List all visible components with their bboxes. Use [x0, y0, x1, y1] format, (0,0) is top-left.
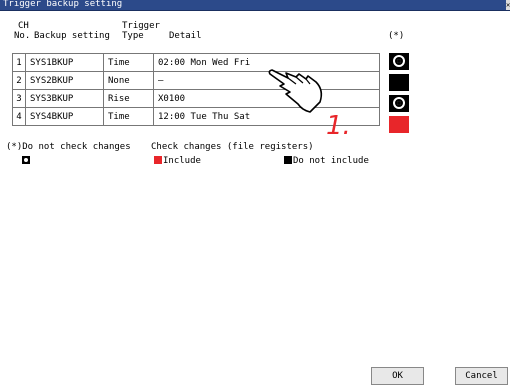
legend-not-include-label: Do not include	[293, 156, 369, 166]
header-trigger: Trigger	[122, 21, 160, 31]
legend-include: Include	[154, 156, 201, 167]
black-swatch-icon	[284, 156, 292, 164]
row-backup[interactable]: SYS1BKUP	[25, 53, 104, 72]
check-flag-radio-icon[interactable]	[389, 95, 409, 112]
cancel-button[interactable]: Cancel	[455, 367, 508, 385]
window-title: Trigger backup setting	[3, 0, 123, 9]
title-bar: Trigger backup setting ✕	[0, 0, 510, 11]
row-no: 4	[12, 107, 26, 126]
row-backup[interactable]: SYS3BKUP	[25, 89, 104, 108]
check-flag-red[interactable]	[389, 116, 409, 133]
row-type[interactable]: Rise	[103, 89, 154, 108]
hand-pointer-icon	[268, 69, 323, 113]
row-type[interactable]: Time	[103, 107, 154, 126]
radio-icon	[22, 156, 30, 164]
row-no: 3	[12, 89, 26, 108]
check-flag-black[interactable]	[389, 74, 409, 91]
step-annotation: 1.	[326, 111, 351, 141]
close-icon[interactable]: ✕	[506, 0, 510, 10]
legend-no-check: (*)Do not check changes	[6, 142, 131, 152]
header-flag: (*)	[388, 31, 405, 41]
header-no: No.	[14, 31, 31, 41]
row-backup[interactable]: SYS2BKUP	[25, 71, 104, 90]
row-no: 1	[12, 53, 26, 72]
header-ch: CH	[18, 21, 29, 31]
header-backup-setting: Backup setting	[34, 31, 110, 41]
check-flag-radio-icon[interactable]	[389, 53, 409, 70]
row-type[interactable]: Time	[103, 53, 154, 72]
row-backup[interactable]: SYS4BKUP	[25, 107, 104, 126]
ok-button[interactable]: OK	[371, 367, 424, 385]
legend-include-label: Include	[163, 156, 201, 166]
red-swatch-icon	[154, 156, 162, 164]
legend-not-include: Do not include	[284, 156, 369, 167]
legend-no-check-swatch	[22, 156, 31, 167]
legend-check-changes: Check changes (file registers)	[151, 142, 314, 152]
header-type: Type	[122, 31, 144, 41]
header-detail: Detail	[169, 31, 202, 41]
row-type[interactable]: None	[103, 71, 154, 90]
row-no: 2	[12, 71, 26, 90]
